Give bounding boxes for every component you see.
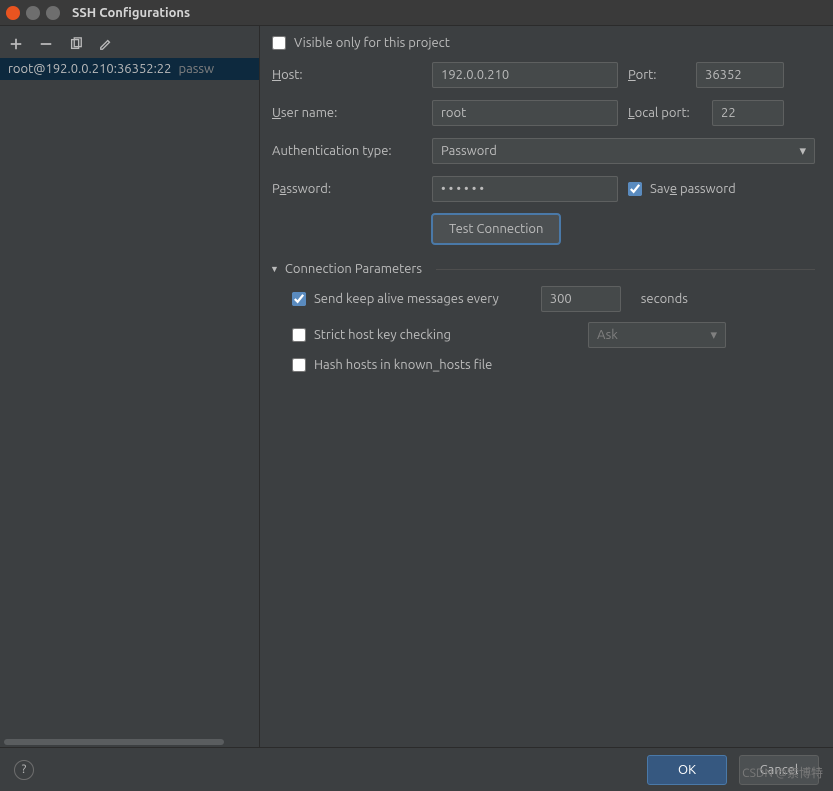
local-port-label: Local port: (628, 106, 702, 120)
keepalive-value-input[interactable] (541, 286, 621, 312)
keepalive-label: Send keep alive messages every (314, 292, 499, 306)
strict-input[interactable] (292, 328, 306, 342)
window-close-button[interactable] (6, 6, 20, 20)
visible-only-label: Visible only for this project (294, 36, 450, 50)
window-maximize-button[interactable] (46, 6, 60, 20)
left-panel: root@192.0.0.210:36352:22 passw (0, 26, 260, 747)
edit-icon[interactable] (98, 36, 114, 52)
password-label: Password: (272, 182, 422, 196)
strict-checkbox[interactable]: Strict host key checking (292, 328, 568, 342)
window-minimize-button[interactable] (26, 6, 40, 20)
right-panel: Visible only for this project Host: Port… (260, 26, 833, 747)
auth-type-select[interactable]: Password ▾ (432, 138, 815, 164)
add-icon[interactable] (8, 36, 24, 52)
list-item-type: passw (178, 62, 214, 76)
keepalive-unit: seconds (641, 292, 688, 306)
host-input[interactable] (432, 62, 618, 88)
auth-type-label: Authentication type: (272, 144, 422, 158)
list-item-label: root@192.0.0.210:36352:22 (8, 62, 171, 76)
chevron-down-icon: ▾ (710, 328, 717, 343)
hash-hosts-checkbox[interactable]: Hash hosts in known_hosts file (292, 358, 492, 372)
help-button[interactable]: ? (14, 760, 34, 780)
config-list[interactable]: root@192.0.0.210:36352:22 passw (0, 58, 259, 747)
save-password-input[interactable] (628, 182, 642, 196)
password-input[interactable] (432, 176, 618, 202)
window-title: SSH Configurations (72, 6, 190, 20)
connection-params-label: Connection Parameters (285, 262, 422, 276)
strict-mode-select: Ask ▾ (588, 322, 726, 348)
strict-mode-value: Ask (597, 328, 618, 342)
keepalive-input[interactable] (292, 292, 306, 306)
copy-icon[interactable] (68, 36, 84, 52)
username-input[interactable] (432, 100, 618, 126)
ok-button[interactable]: OK (647, 755, 727, 785)
hash-hosts-label: Hash hosts in known_hosts file (314, 358, 492, 372)
left-toolbar (0, 26, 259, 58)
port-input[interactable] (696, 62, 784, 88)
username-label: User name: (272, 106, 422, 120)
remove-icon[interactable] (38, 36, 54, 52)
host-label: Host: (272, 68, 422, 82)
visible-only-checkbox[interactable]: Visible only for this project (272, 36, 450, 50)
hash-hosts-input[interactable] (292, 358, 306, 372)
collapse-icon: ▼ (270, 264, 279, 274)
keepalive-checkbox[interactable]: Send keep alive messages every (292, 292, 499, 306)
test-connection-button[interactable]: Test Connection (432, 214, 560, 244)
horizontal-scrollbar[interactable] (0, 737, 259, 747)
footer: ? OK Cancel CSDN @索博特 (0, 747, 833, 791)
local-port-input[interactable] (712, 100, 784, 126)
strict-label: Strict host key checking (314, 328, 451, 342)
save-password-label: Save password (650, 182, 736, 196)
chevron-down-icon: ▾ (799, 144, 806, 159)
cancel-button[interactable]: Cancel (739, 755, 819, 785)
save-password-checkbox[interactable]: Save password (628, 182, 736, 196)
titlebar: SSH Configurations (0, 0, 833, 26)
list-item[interactable]: root@192.0.0.210:36352:22 passw (0, 58, 259, 80)
visible-only-input[interactable] (272, 36, 286, 50)
port-label: Port: (628, 68, 686, 82)
auth-type-value: Password (441, 144, 497, 158)
connection-params-header[interactable]: ▼ Connection Parameters (270, 262, 815, 276)
